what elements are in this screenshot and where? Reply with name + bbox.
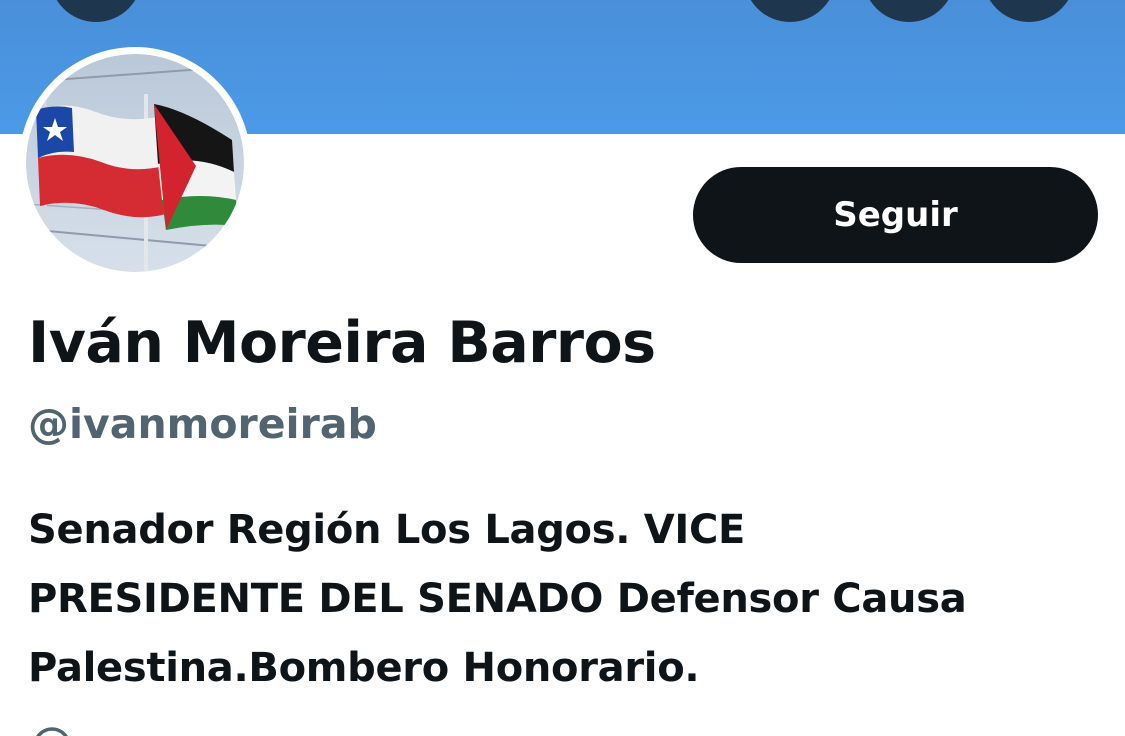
display-name: Iván Moreira Barros [28, 310, 656, 376]
search-button[interactable] [744, 0, 836, 22]
back-button[interactable] [50, 0, 142, 22]
more-button[interactable] [983, 0, 1075, 22]
profile-page: Seguir Iván Moreira Barros @ivanmoreirab… [0, 0, 1125, 736]
bio-line: Palestina.Bombero Honorario. [28, 645, 700, 691]
bio-line: PRESIDENTE DEL SENADO Defensor Causa [28, 576, 967, 622]
notifications-button[interactable] [863, 0, 955, 22]
bio-line: Senador Región Los Lagos. VICE [28, 507, 746, 553]
at-sign-icon [36, 727, 68, 736]
profile-bio: Senador Región Los Lagos. VICE PRESIDENT… [28, 496, 1108, 703]
follow-button[interactable]: Seguir [693, 167, 1098, 263]
avatar-image [26, 54, 244, 272]
user-handle: @ivanmoreirab [28, 400, 377, 448]
avatar[interactable] [19, 47, 251, 279]
